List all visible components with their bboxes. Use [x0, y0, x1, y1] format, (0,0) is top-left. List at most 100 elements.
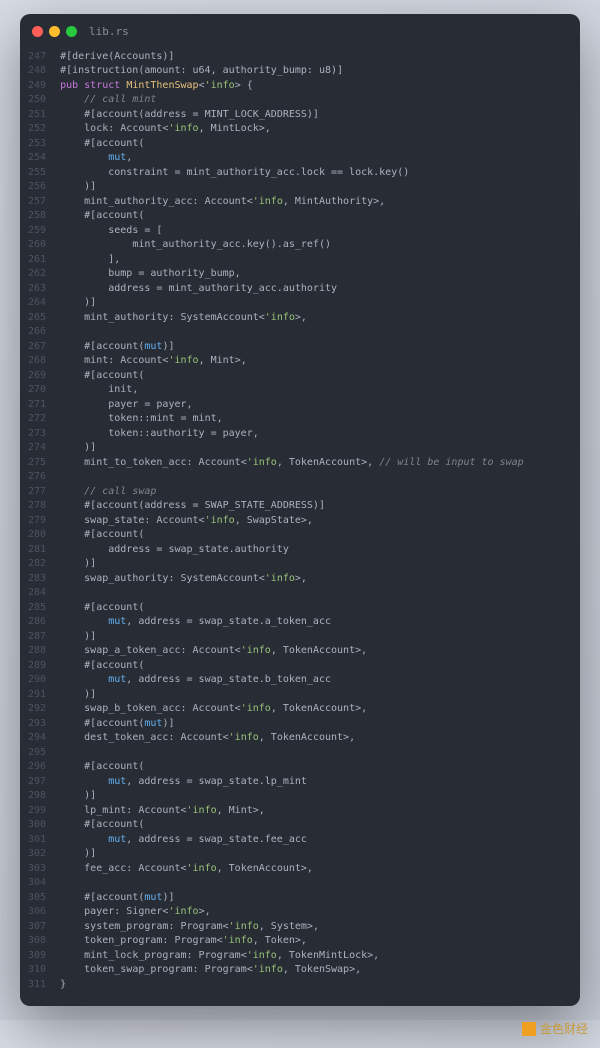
- code-line: mint_authority: SystemAccount<'info>,: [60, 311, 570, 326]
- code-line: mint: Account<'info, Mint>,: [60, 354, 570, 369]
- line-number: 255: [28, 166, 46, 181]
- code-line: token_swap_program: Program<'info, Token…: [60, 963, 570, 978]
- code-line: )]: [60, 630, 570, 645]
- code-line: #[account(mut)]: [60, 340, 570, 355]
- line-number: 299: [28, 804, 46, 819]
- line-number: 308: [28, 934, 46, 949]
- line-number: 269: [28, 369, 46, 384]
- line-number: 292: [28, 702, 46, 717]
- code-line: // call swap: [60, 485, 570, 500]
- line-number: 309: [28, 949, 46, 964]
- line-number: 251: [28, 108, 46, 123]
- code-line: ],: [60, 253, 570, 268]
- line-number: 260: [28, 238, 46, 253]
- line-number: 249: [28, 79, 46, 94]
- line-number: 276: [28, 470, 46, 485]
- code-line: )]: [60, 441, 570, 456]
- line-number: 300: [28, 818, 46, 833]
- code-line: mut, address = swap_state.fee_acc: [60, 833, 570, 848]
- filename-label: lib.rs: [89, 24, 129, 40]
- code-line: fee_acc: Account<'info, TokenAccount>,: [60, 862, 570, 877]
- line-number: 262: [28, 267, 46, 282]
- line-number: 291: [28, 688, 46, 703]
- line-number: 284: [28, 586, 46, 601]
- line-number: 297: [28, 775, 46, 790]
- code-line: #[account(address = SWAP_STATE_ADDRESS)]: [60, 499, 570, 514]
- code-line: )]: [60, 688, 570, 703]
- code-line: dest_token_acc: Account<'info, TokenAcco…: [60, 731, 570, 746]
- code-line: #[account(address = MINT_LOCK_ADDRESS)]: [60, 108, 570, 123]
- code-line: init,: [60, 383, 570, 398]
- line-number: 268: [28, 354, 46, 369]
- code-line: #[instruction(amount: u64, authority_bum…: [60, 64, 570, 79]
- line-number: 281: [28, 543, 46, 558]
- line-number: 266: [28, 325, 46, 340]
- line-number: 286: [28, 615, 46, 630]
- code-line: lp_mint: Account<'info, Mint>,: [60, 804, 570, 819]
- code-line: )]: [60, 557, 570, 572]
- line-number: 295: [28, 746, 46, 761]
- line-number-gutter: 2472482492502512522532542552562572582592…: [28, 50, 60, 993]
- line-number: 302: [28, 847, 46, 862]
- code-line: )]: [60, 180, 570, 195]
- close-icon[interactable]: [32, 26, 43, 37]
- code-line: swap_b_token_acc: Account<'info, TokenAc…: [60, 702, 570, 717]
- line-number: 267: [28, 340, 46, 355]
- code-line: mint_lock_program: Program<'info, TokenM…: [60, 949, 570, 964]
- line-number: 287: [28, 630, 46, 645]
- line-number: 264: [28, 296, 46, 311]
- line-number: 277: [28, 485, 46, 500]
- code-line: #[derive(Accounts)]: [60, 50, 570, 65]
- code-line: address = mint_authority_acc.authority: [60, 282, 570, 297]
- code-line: )]: [60, 296, 570, 311]
- line-number: 294: [28, 731, 46, 746]
- watermark-text: 金色财经: [540, 1021, 588, 1038]
- line-number: 305: [28, 891, 46, 906]
- code-line: // call mint: [60, 93, 570, 108]
- code-line: mut, address = swap_state.b_token_acc: [60, 673, 570, 688]
- code-line: #[account(: [60, 528, 570, 543]
- code-line: [60, 746, 570, 761]
- watermark-icon: [522, 1022, 536, 1036]
- line-number: 296: [28, 760, 46, 775]
- line-number: 261: [28, 253, 46, 268]
- code-line: payer = payer,: [60, 398, 570, 413]
- code-line: token::mint = mint,: [60, 412, 570, 427]
- line-number: 263: [28, 282, 46, 297]
- code-line: lock: Account<'info, MintLock>,: [60, 122, 570, 137]
- code-line: address = swap_state.authority: [60, 543, 570, 558]
- code-line: #[account(: [60, 659, 570, 674]
- code-area: 2472482492502512522532542552562572582592…: [20, 46, 580, 1007]
- code-line: mut, address = swap_state.lp_mint: [60, 775, 570, 790]
- line-number: 279: [28, 514, 46, 529]
- line-number: 293: [28, 717, 46, 732]
- line-number: 288: [28, 644, 46, 659]
- code-line: mint_to_token_acc: Account<'info, TokenA…: [60, 456, 570, 471]
- code-line: mut, address = swap_state.a_token_acc: [60, 615, 570, 630]
- code-line: #[account(: [60, 601, 570, 616]
- line-number: 310: [28, 963, 46, 978]
- line-number: 250: [28, 93, 46, 108]
- line-number: 311: [28, 978, 46, 993]
- code-line: mint_authority_acc.key().as_ref(): [60, 238, 570, 253]
- code-line: swap_authority: SystemAccount<'info>,: [60, 572, 570, 587]
- code-line: [60, 876, 570, 891]
- code-line: #[account(: [60, 137, 570, 152]
- line-number: 274: [28, 441, 46, 456]
- line-number: 272: [28, 412, 46, 427]
- code-line: #[account(: [60, 209, 570, 224]
- code-line: )]: [60, 847, 570, 862]
- code-line: seeds = [: [60, 224, 570, 239]
- line-number: 247: [28, 50, 46, 65]
- minimize-icon[interactable]: [49, 26, 60, 37]
- line-number: 298: [28, 789, 46, 804]
- code-line: #[account(: [60, 818, 570, 833]
- code-line: #[account(: [60, 760, 570, 775]
- code-line: bump = authority_bump,: [60, 267, 570, 282]
- code-line: token_program: Program<'info, Token>,: [60, 934, 570, 949]
- maximize-icon[interactable]: [66, 26, 77, 37]
- line-number: 282: [28, 557, 46, 572]
- line-number: 306: [28, 905, 46, 920]
- code-line: #[account(mut)]: [60, 891, 570, 906]
- code-line: constraint = mint_authority_acc.lock == …: [60, 166, 570, 181]
